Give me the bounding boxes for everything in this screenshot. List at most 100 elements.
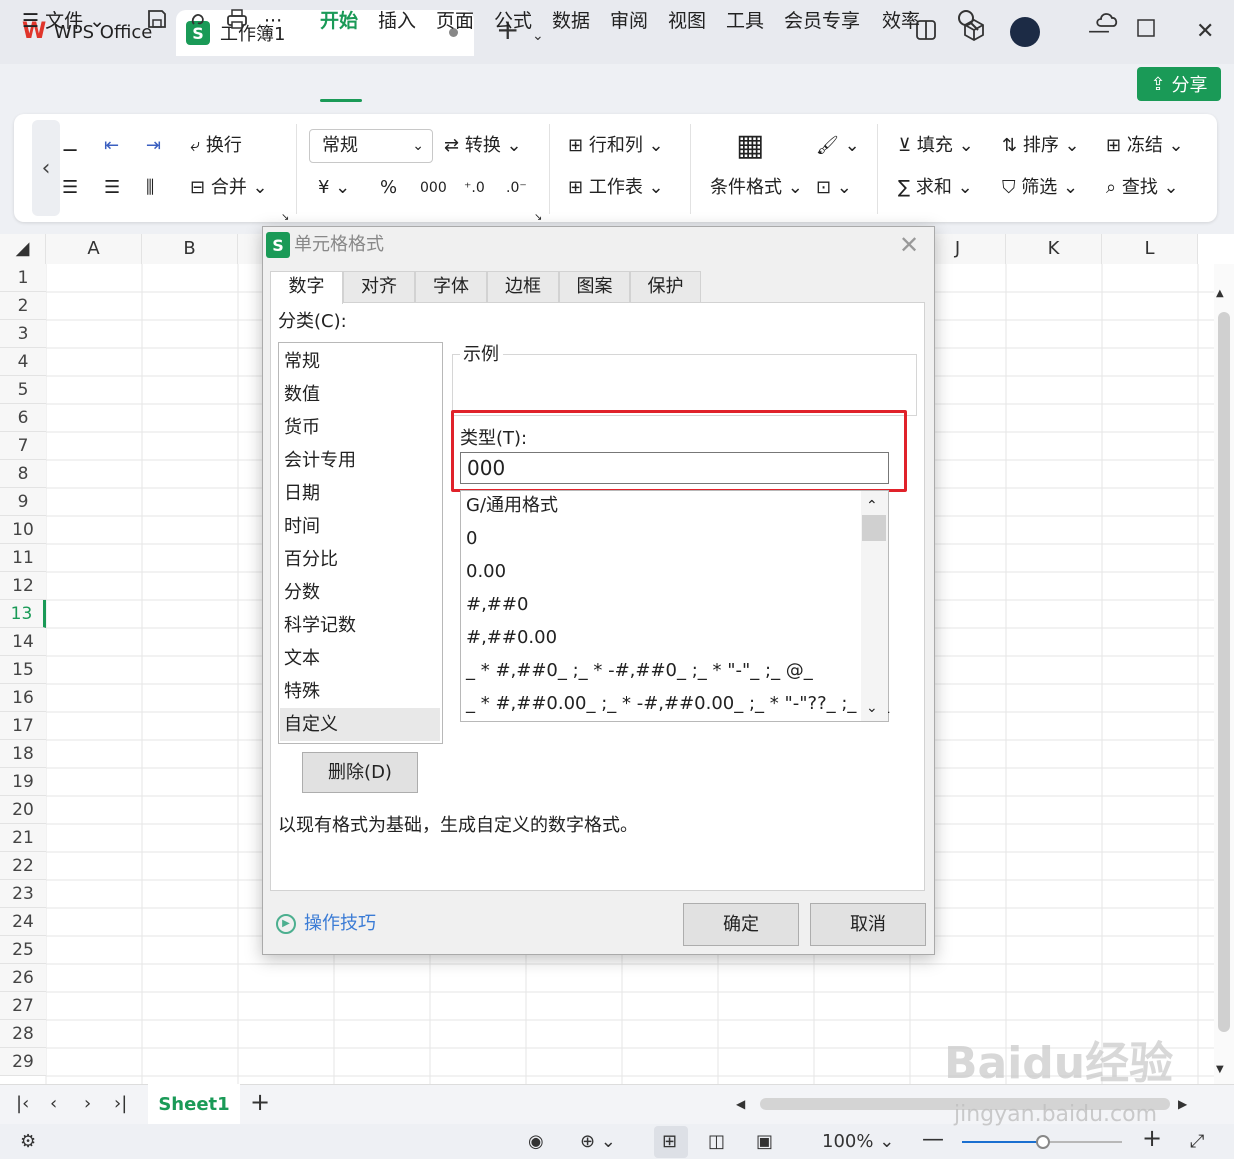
merge-cells-button[interactable]: ⊟ 合并 ⌄: [190, 176, 268, 200]
zoom-out-icon[interactable]: —: [922, 1128, 944, 1152]
page-break-view-icon[interactable]: ▣: [756, 1130, 773, 1154]
save-icon[interactable]: [146, 8, 168, 37]
row-header[interactable]: 6: [0, 404, 46, 432]
row-header[interactable]: 26: [0, 964, 46, 992]
align-justify-icon[interactable]: ☰: [104, 176, 120, 200]
row-header[interactable]: 13: [0, 600, 46, 628]
hscroll-right-arrow-icon[interactable]: ▶: [1178, 1092, 1187, 1116]
zoom-level[interactable]: 100% ⌄: [822, 1130, 894, 1154]
row-header[interactable]: 22: [0, 852, 46, 880]
format-code-item[interactable]: #,##0.00: [466, 626, 557, 650]
rows-columns-button[interactable]: ⊞ 行和列 ⌄: [568, 134, 664, 158]
dialog-close-icon[interactable]: ✕: [899, 232, 919, 258]
scroll-up-arrow-icon[interactable]: ▲: [1216, 282, 1224, 306]
row-header[interactable]: 21: [0, 824, 46, 852]
decrease-decimal-icon[interactable]: .0⁻: [506, 176, 527, 200]
format-list-scrollbar-thumb[interactable]: [862, 515, 886, 541]
conditional-format-icon[interactable]: ▦: [736, 128, 764, 164]
format-code-item[interactable]: G/通用格式: [466, 494, 558, 518]
user-avatar[interactable]: [1010, 17, 1040, 47]
row-header[interactable]: 19: [0, 768, 46, 796]
column-header-b[interactable]: B: [142, 234, 238, 264]
row-header[interactable]: 4: [0, 348, 46, 376]
increase-decimal-icon[interactable]: ⁺.0: [464, 176, 485, 200]
file-menu[interactable]: ☰ 文件 ⌄: [22, 8, 105, 34]
row-header[interactable]: 23: [0, 880, 46, 908]
menu-item-formula[interactable]: 公式: [494, 8, 532, 34]
zoom-slider-knob[interactable]: [1036, 1135, 1050, 1149]
format-code-item[interactable]: #,##0: [466, 593, 528, 617]
category-item[interactable]: 时间: [284, 515, 320, 539]
menu-item-review[interactable]: 审阅: [610, 8, 648, 34]
row-header[interactable]: 20: [0, 796, 46, 824]
first-sheet-icon[interactable]: |‹: [16, 1092, 29, 1116]
category-item[interactable]: 文本: [284, 647, 320, 671]
category-item[interactable]: 日期: [284, 482, 320, 506]
ribbon-scroll-left-chevron-icon[interactable]: ‹: [32, 120, 60, 216]
freeze-button[interactable]: ⊞ 冻结 ⌄: [1106, 134, 1184, 158]
row-header[interactable]: 28: [0, 1020, 46, 1048]
row-header[interactable]: 1: [0, 264, 46, 292]
format-list-scroll-down-chevron-icon[interactable]: ⌄: [866, 696, 878, 720]
align-top-icon[interactable]: ⚊: [62, 134, 78, 158]
wrap-text-button[interactable]: ⤶ 换行: [190, 134, 242, 158]
ok-button[interactable]: 确定: [683, 903, 799, 946]
select-all-corner[interactable]: ◢: [0, 234, 46, 264]
more-icon[interactable]: ···: [264, 8, 282, 34]
fullscreen-icon[interactable]: ⤢: [1190, 1130, 1204, 1154]
operation-tips-link[interactable]: ▶ 操作技巧: [276, 912, 376, 936]
category-item[interactable]: 会计专用: [284, 449, 356, 473]
macro-record-icon[interactable]: ⚙: [20, 1130, 36, 1154]
worksheet-button[interactable]: ⊞ 工作表 ⌄: [568, 176, 664, 200]
row-header[interactable]: 12: [0, 572, 46, 600]
border-icon[interactable]: ⊡ ⌄: [816, 176, 852, 200]
row-header[interactable]: 9: [0, 488, 46, 516]
currency-format-button[interactable]: ¥ ⌄: [318, 176, 350, 200]
row-header[interactable]: 27: [0, 992, 46, 1020]
normal-view-icon[interactable]: ⊞: [662, 1130, 677, 1154]
row-header[interactable]: 10: [0, 516, 46, 544]
menu-item-insert[interactable]: 插入: [378, 8, 416, 34]
category-item[interactable]: 货币: [284, 416, 320, 440]
tab-border[interactable]: 边框: [487, 271, 559, 303]
menu-item-tools[interactable]: 工具: [726, 8, 764, 34]
row-header[interactable]: 2: [0, 292, 46, 320]
scroll-down-arrow-icon[interactable]: ▼: [1216, 1058, 1224, 1082]
format-code-item[interactable]: _ * #,##0.00_ ;_ * -#,##0.00_ ;_ * "-"??…: [466, 692, 889, 716]
prev-sheet-icon[interactable]: ‹: [50, 1092, 57, 1116]
sheet-tab-sheet1[interactable]: Sheet1: [148, 1084, 240, 1124]
format-code-item[interactable]: 0.00: [466, 560, 506, 584]
undo-link-icon[interactable]: [188, 8, 210, 37]
share-button[interactable]: ⇪ 分享: [1137, 67, 1221, 101]
delete-format-button[interactable]: 删除(D): [302, 752, 418, 793]
row-header[interactable]: 24: [0, 908, 46, 936]
menu-item-data[interactable]: 数据: [552, 8, 590, 34]
tab-alignment[interactable]: 对齐: [343, 271, 415, 303]
column-header-k[interactable]: K: [1006, 234, 1102, 264]
menu-item-member[interactable]: 会员专享: [784, 8, 860, 34]
eye-protection-icon[interactable]: ◉: [528, 1130, 544, 1154]
hscroll-left-arrow-icon[interactable]: ◀: [736, 1092, 745, 1116]
fill-button[interactable]: ⊻ 填充 ⌄: [898, 134, 974, 158]
tab-font[interactable]: 字体: [415, 271, 487, 303]
menu-item-view[interactable]: 视图: [668, 8, 706, 34]
format-list-scroll-up-chevron-icon[interactable]: ⌃: [866, 494, 878, 518]
decrease-indent-icon[interactable]: ⇤: [104, 134, 119, 158]
tab-list-chevron-down-icon[interactable]: ⌄: [532, 22, 544, 50]
tab-protection[interactable]: 保护: [630, 271, 701, 303]
cancel-button[interactable]: 取消: [810, 903, 926, 946]
row-header[interactable]: 25: [0, 936, 46, 964]
category-item-custom[interactable]: 自定义: [284, 713, 338, 737]
thousands-separator-button[interactable]: 000: [420, 176, 447, 200]
zoom-in-icon[interactable]: +: [1142, 1126, 1162, 1150]
find-button[interactable]: ⌕ 查找 ⌄: [1106, 176, 1179, 200]
category-item[interactable]: 数值: [284, 383, 320, 407]
row-header[interactable]: 3: [0, 320, 46, 348]
cell-focus-icon[interactable]: ⊕ ⌄: [580, 1130, 616, 1154]
align-middle-icon[interactable]: ☰: [62, 176, 78, 200]
last-sheet-icon[interactable]: ›|: [114, 1092, 127, 1116]
increase-indent-icon[interactable]: ⇥: [146, 134, 161, 158]
page-layout-view-icon[interactable]: ◫: [708, 1130, 725, 1154]
conditional-format-button[interactable]: 条件格式 ⌄: [710, 176, 803, 200]
percent-format-button[interactable]: %: [380, 176, 397, 200]
